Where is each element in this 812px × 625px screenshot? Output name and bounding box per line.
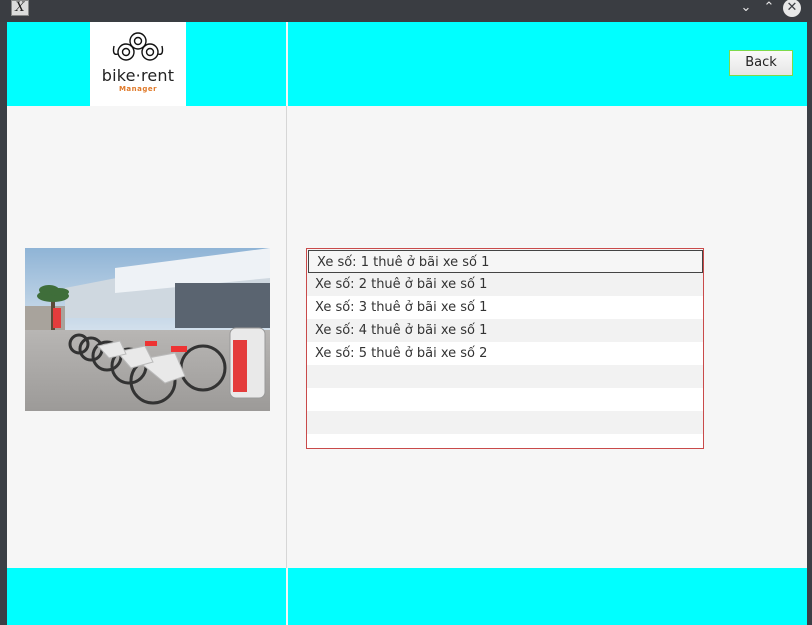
main-window: bike·rent Manager Back Xe số: 1 thuê ở b…	[7, 22, 807, 625]
list-empty-row	[307, 434, 703, 448]
maximize-icon[interactable]: ⌃	[760, 0, 778, 18]
list-item[interactable]: Xe số: 2 thuê ở bãi xe số 1	[307, 273, 703, 296]
window-titlebar[interactable]: X ⌄ ⌃ ✕	[0, 0, 812, 22]
list-item[interactable]: Xe số: 3 thuê ở bãi xe số 1	[307, 296, 703, 319]
list-item[interactable]: Xe số: 1 thuê ở bãi xe số 1	[308, 250, 703, 273]
close-icon[interactable]: ✕	[783, 0, 801, 17]
right-footer-panel	[288, 568, 807, 625]
minimize-icon[interactable]: ⌄	[737, 0, 755, 18]
left-footer-panel	[7, 568, 286, 625]
list-item[interactable]: Xe số: 5 thuê ở bãi xe số 2	[307, 342, 703, 365]
bike-rent-logo: bike·rent Manager	[90, 22, 186, 106]
bike-logo-icon	[112, 32, 164, 61]
panel-divider[interactable]	[286, 106, 287, 568]
logo-text: bike·rent	[101, 66, 175, 85]
back-button[interactable]: Back	[729, 50, 793, 76]
list-empty-row	[307, 411, 703, 434]
rental-list[interactable]: Xe số: 1 thuê ở bãi xe số 1 Xe số: 2 thu…	[306, 248, 704, 449]
app-icon: X	[11, 0, 29, 16]
list-empty-row	[307, 388, 703, 411]
list-item[interactable]: Xe số: 4 thuê ở bãi xe số 1	[307, 319, 703, 342]
bike-station-photo	[25, 248, 270, 411]
list-empty-row	[307, 365, 703, 388]
left-header-panel: bike·rent Manager	[7, 22, 286, 106]
logo-subtext: Manager	[118, 85, 158, 93]
